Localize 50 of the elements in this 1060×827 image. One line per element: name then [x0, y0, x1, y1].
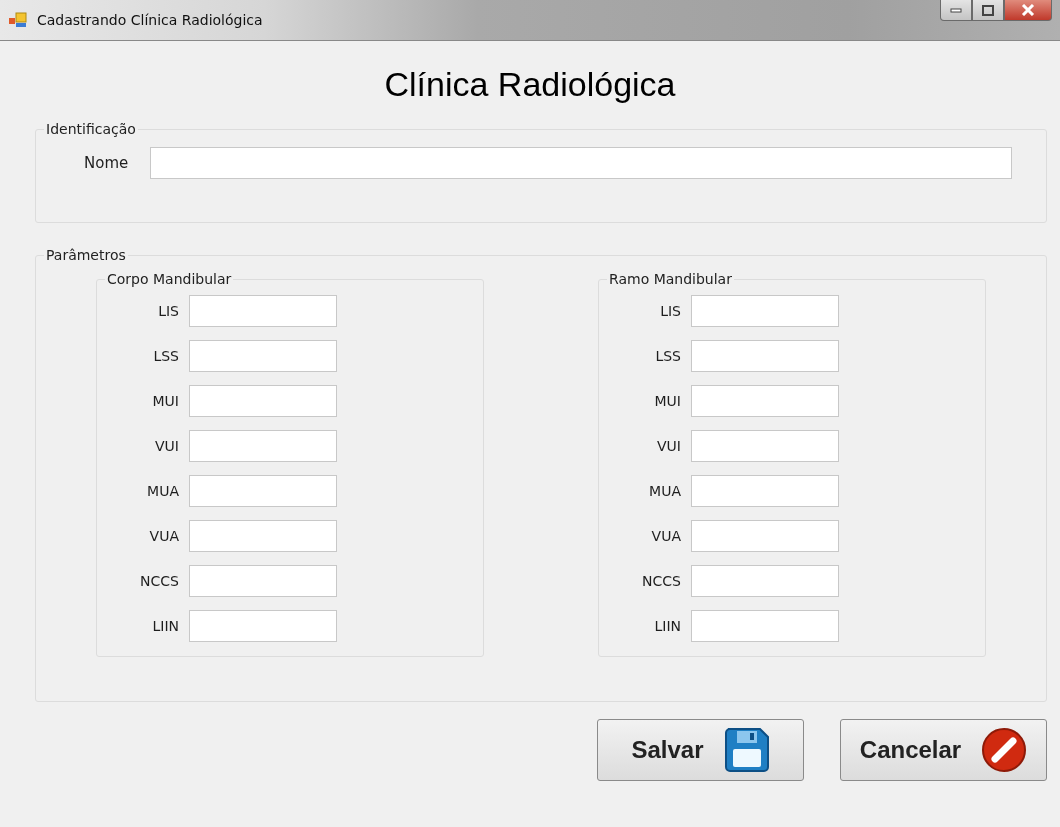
- field-label: LIIN: [151, 618, 179, 634]
- input-field[interactable]: [691, 565, 839, 597]
- window-title: Cadastrando Clínica Radiológica: [37, 12, 263, 28]
- maximize-icon: [982, 4, 994, 16]
- cancel-button[interactable]: Cancelar: [840, 719, 1047, 781]
- maximize-button[interactable]: [972, 0, 1004, 21]
- field-label: LSS: [654, 348, 681, 364]
- field-label: VUA: [650, 528, 681, 544]
- field-label: MUA: [648, 483, 681, 499]
- input-field[interactable]: [189, 565, 337, 597]
- input-field[interactable]: [189, 340, 337, 372]
- field-label: MUI: [151, 393, 179, 409]
- field-label: MUI: [653, 393, 681, 409]
- input-field[interactable]: [691, 340, 839, 372]
- input-field[interactable]: [189, 430, 337, 462]
- no-entry-icon: [981, 727, 1028, 773]
- field-label: Nome: [84, 154, 129, 172]
- field-label: NCCS: [139, 573, 179, 589]
- field-label: LIS: [659, 303, 681, 319]
- field-label: LIS: [157, 303, 179, 319]
- input-field[interactable]: [189, 610, 337, 642]
- name-field[interactable]: [150, 147, 1012, 179]
- save-button[interactable]: Salvar: [597, 719, 804, 781]
- field-label: MUA: [146, 483, 179, 499]
- input-field[interactable]: [189, 295, 337, 327]
- field-label: LIIN: [653, 618, 681, 634]
- group-legend: Corpo Mandibular: [105, 271, 234, 287]
- input-field[interactable]: [691, 430, 839, 462]
- field-label: LSS: [152, 348, 179, 364]
- field-label: NCCS: [641, 573, 681, 589]
- window-app-icon: [9, 12, 27, 28]
- group-legend: Parâmetros: [44, 247, 128, 263]
- input-field[interactable]: [691, 520, 839, 552]
- field-label: VUA: [148, 528, 179, 544]
- close-icon: [1021, 4, 1035, 16]
- input-field[interactable]: [189, 475, 337, 507]
- input-field[interactable]: [189, 520, 337, 552]
- field-label: VUI: [154, 438, 179, 454]
- minimize-icon: [950, 7, 962, 13]
- input-field[interactable]: [691, 475, 839, 507]
- input-field[interactable]: [691, 385, 839, 417]
- group-legend: Identificação: [44, 121, 138, 137]
- field-label: VUI: [656, 438, 681, 454]
- close-button[interactable]: [1004, 0, 1052, 21]
- input-field[interactable]: [691, 295, 839, 327]
- group-legend: Ramo Mandibular: [607, 271, 734, 287]
- form-heading: Clínica Radiológica: [383, 64, 677, 105]
- minimize-button[interactable]: [940, 0, 972, 21]
- input-field[interactable]: [691, 610, 839, 642]
- input-field[interactable]: [189, 385, 337, 417]
